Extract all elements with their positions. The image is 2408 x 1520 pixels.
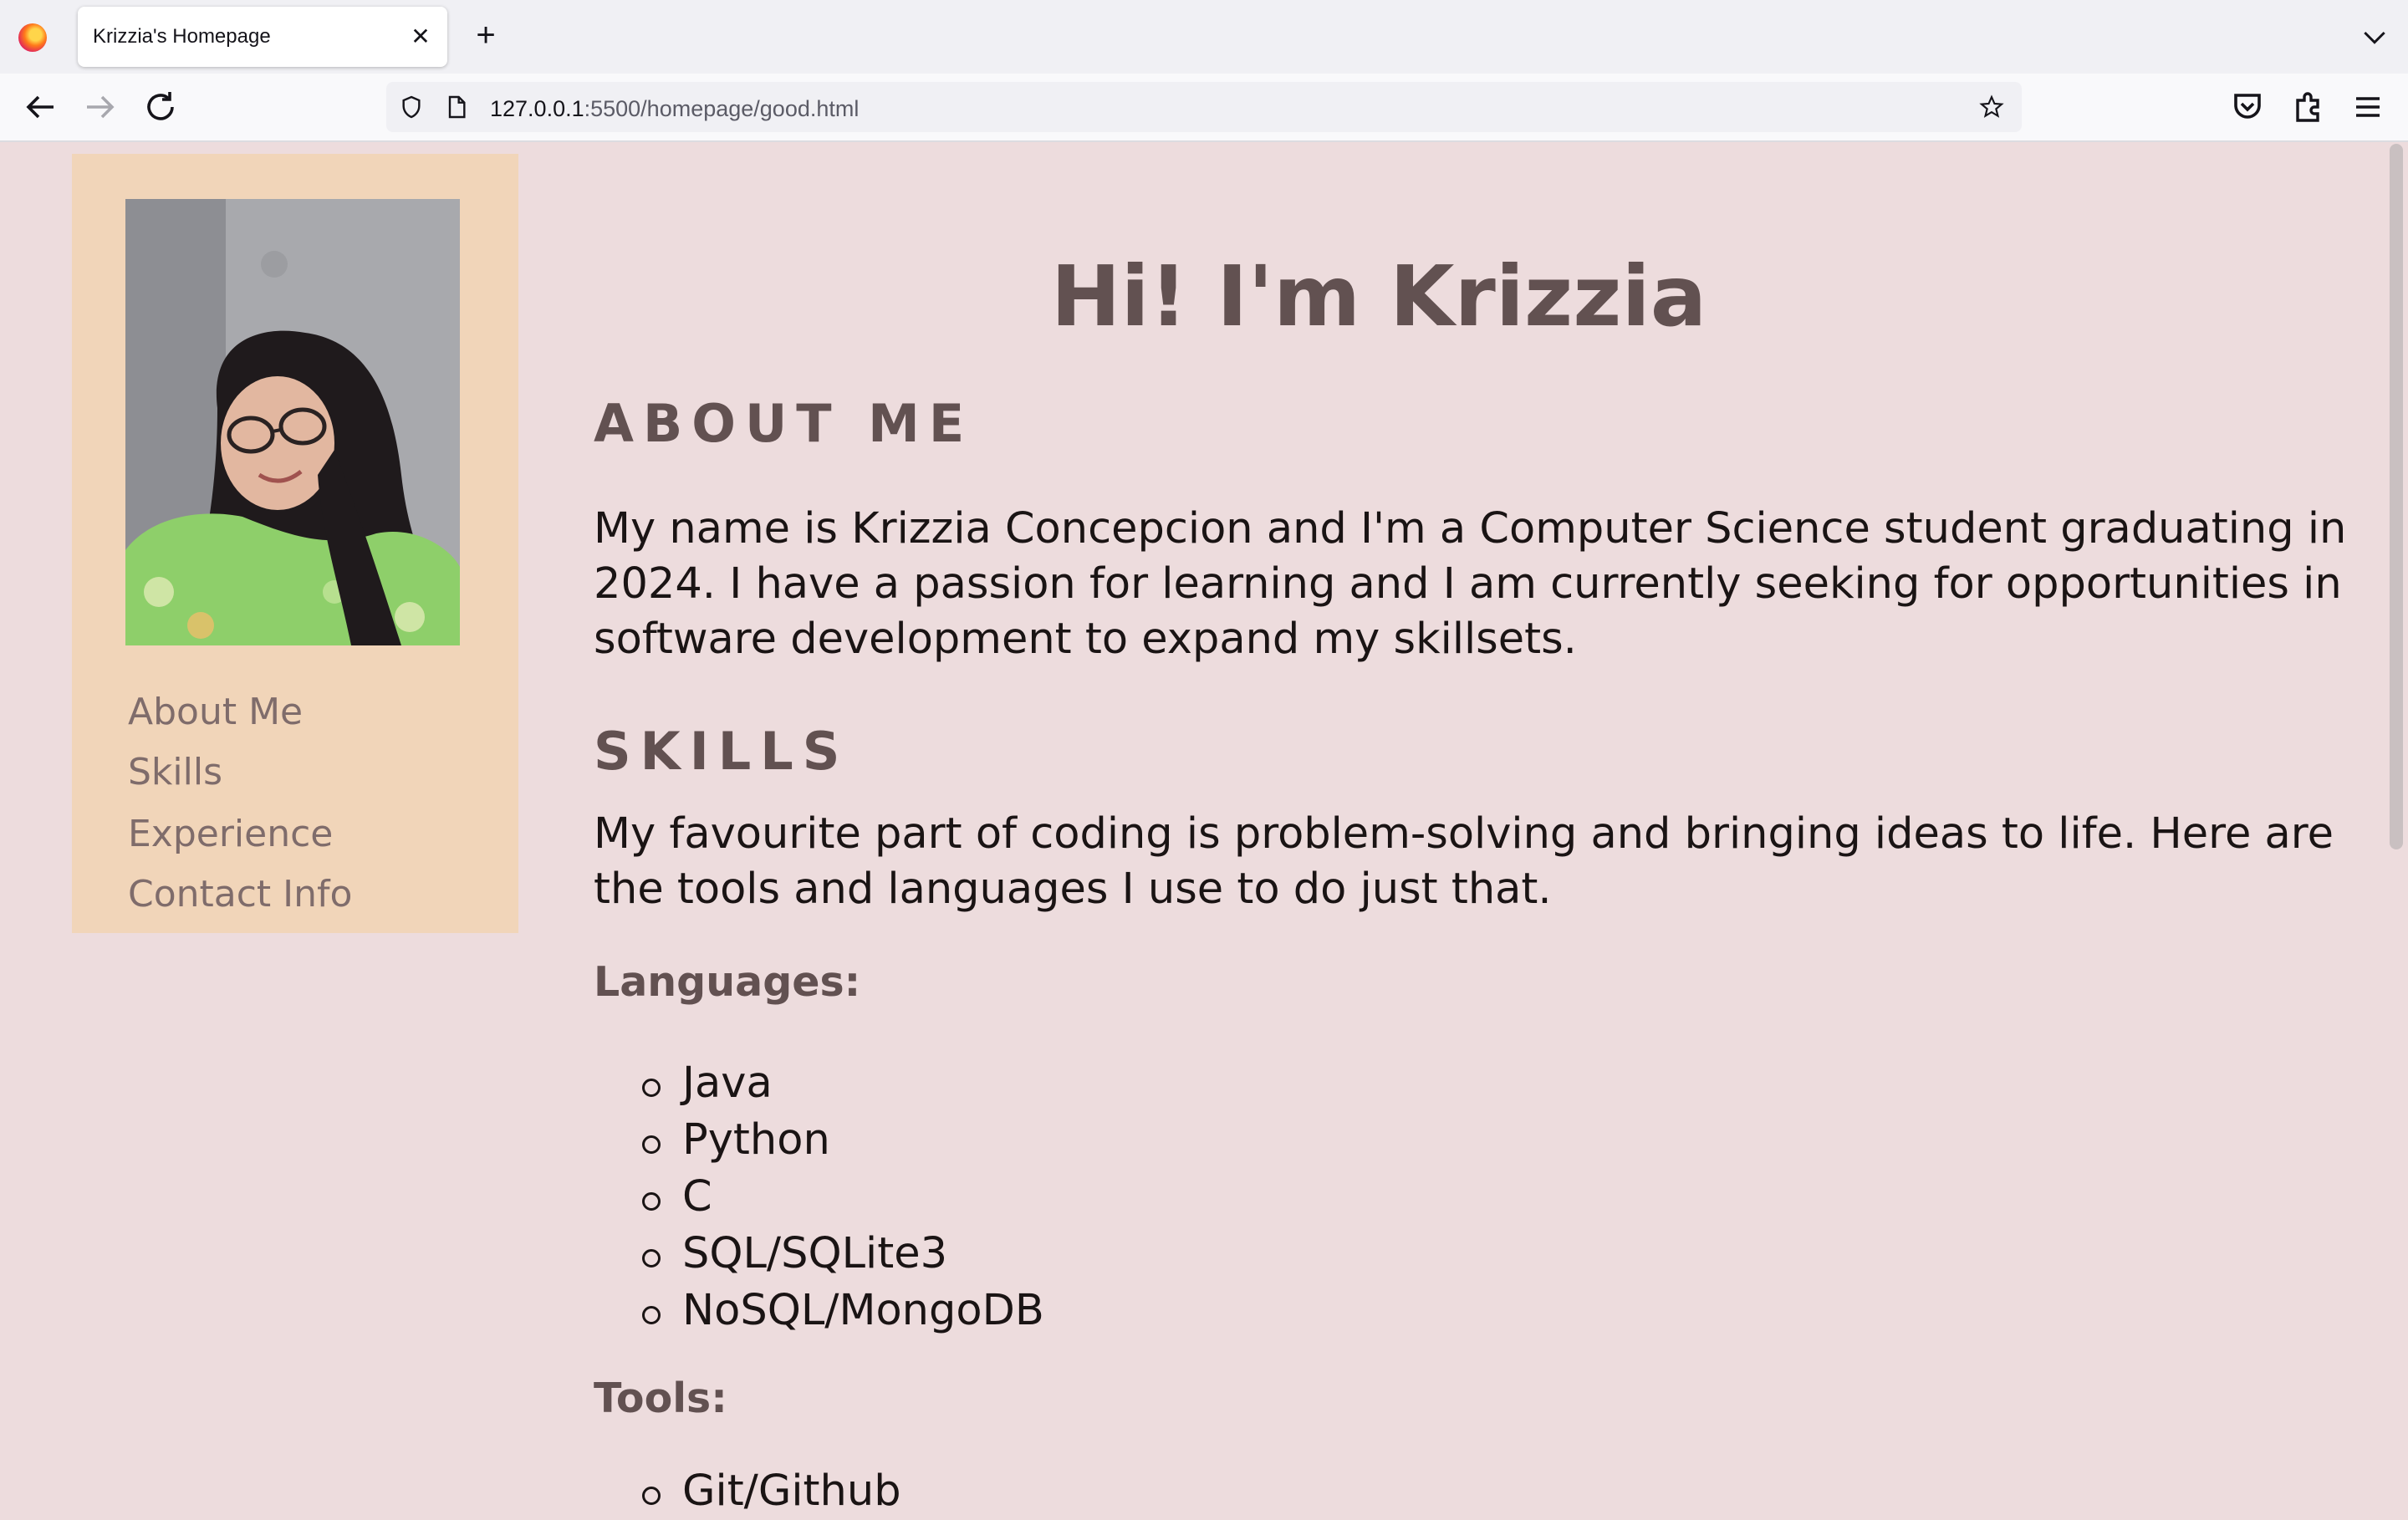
- sidebar: About Me Skills Experience Contact Info: [72, 154, 518, 933]
- skills-heading: SKILLS: [594, 721, 849, 782]
- url-host: 127.0.0.1: [490, 96, 584, 121]
- url-text[interactable]: 127.0.0.1:5500/homepage/good.html: [490, 96, 859, 122]
- tools-heading: Tools:: [594, 1375, 727, 1422]
- scrollbar-thumb[interactable]: [2390, 144, 2403, 849]
- pocket-icon[interactable]: [2227, 87, 2268, 127]
- nav-link-skills[interactable]: Skills: [128, 751, 222, 793]
- profile-photo: [125, 199, 460, 645]
- list-item: SQL/SQLite3: [642, 1226, 1044, 1283]
- bookmark-star-icon[interactable]: [1978, 94, 2005, 120]
- nav-link-experience[interactable]: Experience: [128, 813, 333, 855]
- tab-bar: Krizzia's Homepage ✕ +: [0, 0, 2408, 74]
- page-icon: [448, 95, 466, 119]
- list-item: Python: [642, 1112, 1044, 1169]
- tab-title: Krizzia's Homepage: [93, 25, 271, 48]
- page-title: Hi! I'm Krizzia: [1050, 247, 1707, 345]
- scrollbar[interactable]: [2383, 142, 2408, 1505]
- nav-link-contact-info[interactable]: Contact Info: [128, 873, 352, 916]
- skills-text: My favourite part of coding is problem-s…: [594, 809, 2334, 914]
- navigation-toolbar: 127.0.0.1:5500/homepage/good.html: [0, 74, 2408, 142]
- nav-link-about-me[interactable]: About Me: [128, 691, 303, 733]
- list-item: NoSQL/MongoDB: [642, 1283, 1044, 1339]
- list-item: Java: [642, 1055, 1044, 1112]
- forward-arrow-icon[interactable]: [80, 87, 120, 127]
- url-path: :5500/homepage/good.html: [584, 96, 860, 121]
- about-me-heading: ABOUT ME: [594, 393, 974, 454]
- list-item: Git/Github: [642, 1463, 901, 1520]
- about-me-text: My name is Krizzia Concepcion and I'm a …: [594, 504, 2347, 664]
- shield-icon[interactable]: [398, 94, 425, 120]
- tools-list: Git/Github: [642, 1463, 901, 1520]
- languages-heading: Languages:: [594, 958, 861, 1006]
- url-bar[interactable]: 127.0.0.1:5500/homepage/good.html: [386, 82, 2022, 132]
- reload-icon[interactable]: [140, 87, 181, 127]
- menu-icon[interactable]: [2348, 87, 2388, 127]
- new-tab-icon[interactable]: +: [468, 18, 503, 54]
- close-tab-icon[interactable]: ✕: [406, 22, 436, 52]
- back-arrow-icon[interactable]: [20, 87, 60, 127]
- chevron-down-icon[interactable]: [2358, 20, 2391, 54]
- active-tab[interactable]: Krizzia's Homepage ✕: [78, 7, 447, 67]
- list-item: C: [642, 1169, 1044, 1226]
- firefox-icon[interactable]: [18, 23, 47, 52]
- extensions-icon[interactable]: [2288, 87, 2328, 127]
- languages-list: Java Python C SQL/SQLite3 NoSQL/MongoDB: [642, 1055, 1044, 1339]
- page-viewport: About Me Skills Experience Contact Info …: [0, 142, 2408, 1516]
